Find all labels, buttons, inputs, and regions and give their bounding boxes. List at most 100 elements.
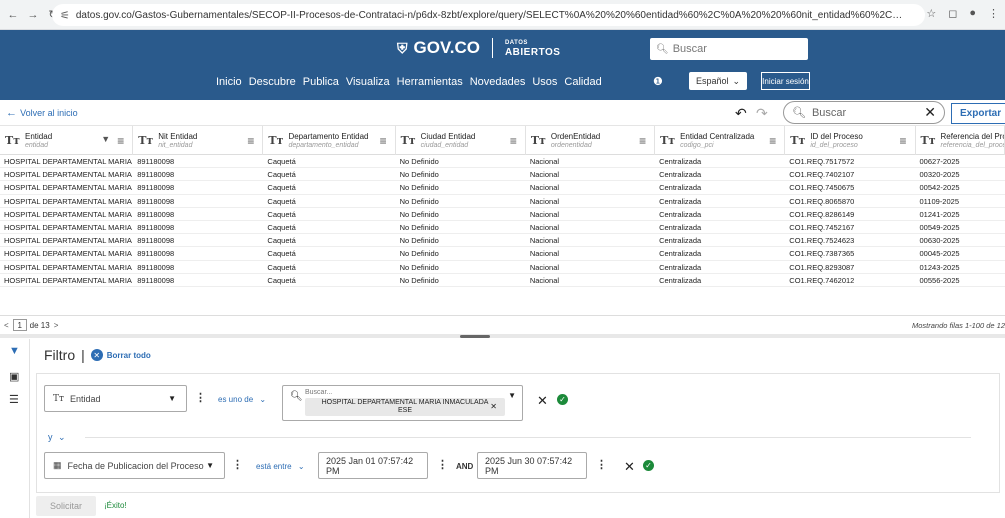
- value-chip: HOSPITAL DEPARTAMENTAL MARIA INMACULADA …: [305, 398, 505, 416]
- column-label: Referencia del Proce: [940, 131, 1004, 141]
- column-header-entidad[interactable]: Tт Entidad entidad ▼ ≡: [0, 126, 134, 155]
- pane-resize-handle[interactable]: [0, 334, 1005, 338]
- menu-calidad[interactable]: Calidad: [564, 76, 601, 88]
- column-header-nit[interactable]: Tт Nit Entidad nit_entidad ≡: [133, 126, 264, 155]
- rule1-apply-icon[interactable]: ✓: [557, 394, 568, 405]
- chevron-right-icon[interactable]: >: [54, 321, 59, 330]
- menu-descubre[interactable]: Descubre: [249, 76, 296, 88]
- table-cell: HOSPITAL DEPARTAMENTAL MARIA I...: [4, 170, 134, 180]
- grid-search-placeholder: Buscar: [811, 106, 847, 119]
- column-menu-icon[interactable]: ≡: [117, 134, 124, 148]
- column-label: Nit Entidad: [158, 131, 198, 141]
- chevron-down-icon: ⌄: [58, 432, 66, 442]
- menu-visualiza[interactable]: Visualiza: [346, 76, 390, 88]
- grid-search-input[interactable]: 🔍︎ Buscar ✕: [783, 101, 945, 124]
- forward-icon[interactable]: →: [26, 9, 40, 21]
- column-header-ciudad[interactable]: Tт Ciudad Entidad ciudad_entidad ≡: [396, 126, 526, 155]
- rule2-options-icon[interactable]: ⋮: [232, 458, 243, 471]
- caret-down-icon[interactable]: ▼: [508, 391, 516, 400]
- date-to-input[interactable]: 2025 Jun 30 07:57:42 PM: [477, 452, 587, 479]
- table-cell: 01109-2025: [919, 196, 959, 206]
- clear-icon[interactable]: ✕: [90, 349, 103, 361]
- extensions-icon[interactable]: ◻: [948, 7, 957, 20]
- rule2-range-options-icon[interactable]: ⋮: [437, 458, 448, 471]
- column-label: Entidad: [25, 131, 53, 141]
- column-menu-icon[interactable]: ≡: [510, 134, 517, 148]
- menu-herramientas[interactable]: Herramientas: [397, 76, 463, 88]
- menu-publica[interactable]: Publica: [303, 76, 339, 88]
- logo-text: GOV.CO: [413, 38, 480, 57]
- header-search[interactable]: 🔍︎ Buscar: [650, 38, 808, 60]
- table-cell: Centralizada: [659, 275, 702, 285]
- column-menu-icon[interactable]: ≡: [900, 134, 907, 148]
- clear-all-button[interactable]: Borrar todo: [107, 351, 151, 360]
- rule1-options-icon[interactable]: ⋮: [195, 391, 206, 404]
- column-header-orden[interactable]: Tт OrdenEntidad ordenentidad ≡: [526, 126, 656, 155]
- export-button[interactable]: Exportar: [951, 103, 1005, 124]
- calculator-icon[interactable]: ▣: [9, 370, 19, 383]
- profile-icon[interactable]: ●: [969, 7, 976, 20]
- column-menu-icon[interactable]: ≡: [247, 134, 254, 148]
- header-search-placeholder: Buscar: [672, 43, 707, 55]
- conjunction-select[interactable]: y ⌄: [48, 432, 66, 443]
- table-cell: No Definido: [399, 222, 439, 232]
- table-cell: HOSPITAL DEPARTAMENTAL MARIA I...: [4, 222, 134, 232]
- table-row[interactable]: HOSPITAL DEPARTAMENTAL MARIA I... 8911800…: [0, 208, 1005, 221]
- clear-search-icon[interactable]: ✕: [924, 104, 936, 121]
- table-row[interactable]: HOSPITAL DEPARTAMENTAL MARIA I... 8911800…: [0, 195, 1005, 208]
- rule2-remove-icon[interactable]: ✕: [624, 459, 635, 475]
- column-header-id-proceso[interactable]: Tт ID del Proceso id_del_proceso ≡: [785, 126, 916, 155]
- table-row[interactable]: HOSPITAL DEPARTAMENTAL MARIA I... 8911800…: [0, 274, 1005, 287]
- date-from-input[interactable]: 2025 Jan 01 07:57:42 PM: [318, 452, 428, 479]
- language-select[interactable]: Español ⌄: [689, 72, 747, 90]
- back-icon[interactable]: ←: [6, 9, 20, 21]
- browser-menu-icon[interactable]: ⋮: [988, 7, 999, 20]
- column-header-departamento[interactable]: Tт Departamento Entidad departamento_enti…: [263, 126, 396, 155]
- url-text[interactable]: datos.gov.co/Gastos-Gubernamentales/SECO…: [76, 10, 925, 21]
- login-button[interactable]: Iniciar sesión: [761, 72, 810, 90]
- table-cell: No Definido: [399, 170, 439, 180]
- rule2-to-options-icon[interactable]: ⋮: [596, 458, 607, 471]
- table-row[interactable]: HOSPITAL DEPARTAMENTAL MARIA I... 8911800…: [0, 155, 1005, 169]
- undo-icon[interactable]: ↶: [735, 105, 747, 122]
- info-icon[interactable]: ❶: [653, 75, 663, 88]
- chevron-left-icon[interactable]: <: [4, 321, 9, 330]
- bookmark-star-icon[interactable]: ☆: [926, 7, 936, 20]
- address-bar[interactable]: ⚟ datos.gov.co/Gastos-Gubernamentales/SE…: [52, 4, 925, 26]
- rule2-operator-select[interactable]: está entre ⌄: [256, 462, 305, 471]
- column-menu-icon[interactable]: ≡: [769, 134, 776, 148]
- rule1-value-select[interactable]: 🔍︎ Buscar... HOSPITAL DEPARTAMENTAL MARI…: [282, 385, 523, 421]
- redo-icon[interactable]: ↷: [756, 105, 768, 122]
- grip-icon[interactable]: [460, 335, 490, 338]
- menu-inicio[interactable]: Inicio: [216, 76, 242, 88]
- chip-remove-icon[interactable]: ✕: [490, 403, 497, 411]
- rule2-apply-icon[interactable]: ✓: [643, 460, 654, 471]
- column-menu-icon[interactable]: ≡: [639, 134, 646, 148]
- rule2-column-select[interactable]: ▦ Fecha de Publicacion del Proceso ▼: [44, 452, 225, 479]
- column-menu-icon[interactable]: ≡: [380, 134, 387, 148]
- submit-button[interactable]: Solicitar: [36, 496, 96, 516]
- menu-novedades[interactable]: Novedades: [470, 76, 526, 88]
- rule1-column-select[interactable]: Tт Entidad ▼: [44, 385, 187, 412]
- back-home-link[interactable]: ← Volver al inicio: [6, 107, 78, 119]
- table-cell: Caquetá: [267, 183, 296, 193]
- page-input[interactable]: 1: [12, 319, 27, 331]
- govco-logo[interactable]: ⛨ GOV.CO DATOS ABIERTOS: [397, 38, 560, 58]
- table-row[interactable]: HOSPITAL DEPARTAMENTAL MARIA I... 8911800…: [0, 261, 1005, 274]
- filter-icon[interactable]: ▼: [9, 345, 20, 357]
- table-cell: Centralizada: [659, 196, 702, 206]
- site-info-icon[interactable]: ⚟: [60, 9, 70, 22]
- menu-usos[interactable]: Usos: [532, 76, 557, 88]
- table-row[interactable]: HOSPITAL DEPARTAMENTAL MARIA I... 8911800…: [0, 234, 1005, 248]
- rule1-operator-select[interactable]: es uno de ⌄: [218, 395, 266, 404]
- columns-icon[interactable]: ☰: [9, 393, 19, 406]
- datos-bottom: ABIERTOS: [504, 47, 561, 58]
- table-row[interactable]: HOSPITAL DEPARTAMENTAL MARIA I... 8911800…: [0, 168, 1005, 182]
- column-header-centralizada[interactable]: Tт Entidad Centralizada codigo_pci ≡: [655, 126, 786, 155]
- table-row[interactable]: HOSPITAL DEPARTAMENTAL MARIA I... 8911800…: [0, 247, 1005, 261]
- column-header-referencia[interactable]: Tт Referencia del Procereferencia_del_pr…: [916, 126, 1005, 155]
- table-row[interactable]: HOSPITAL DEPARTAMENTAL MARIA I... 8911800…: [0, 181, 1005, 195]
- filter-icon[interactable]: ▼: [101, 134, 110, 144]
- table-row[interactable]: HOSPITAL DEPARTAMENTAL MARIA I... 8911800…: [0, 221, 1005, 235]
- rule1-remove-icon[interactable]: ✕: [537, 393, 548, 409]
